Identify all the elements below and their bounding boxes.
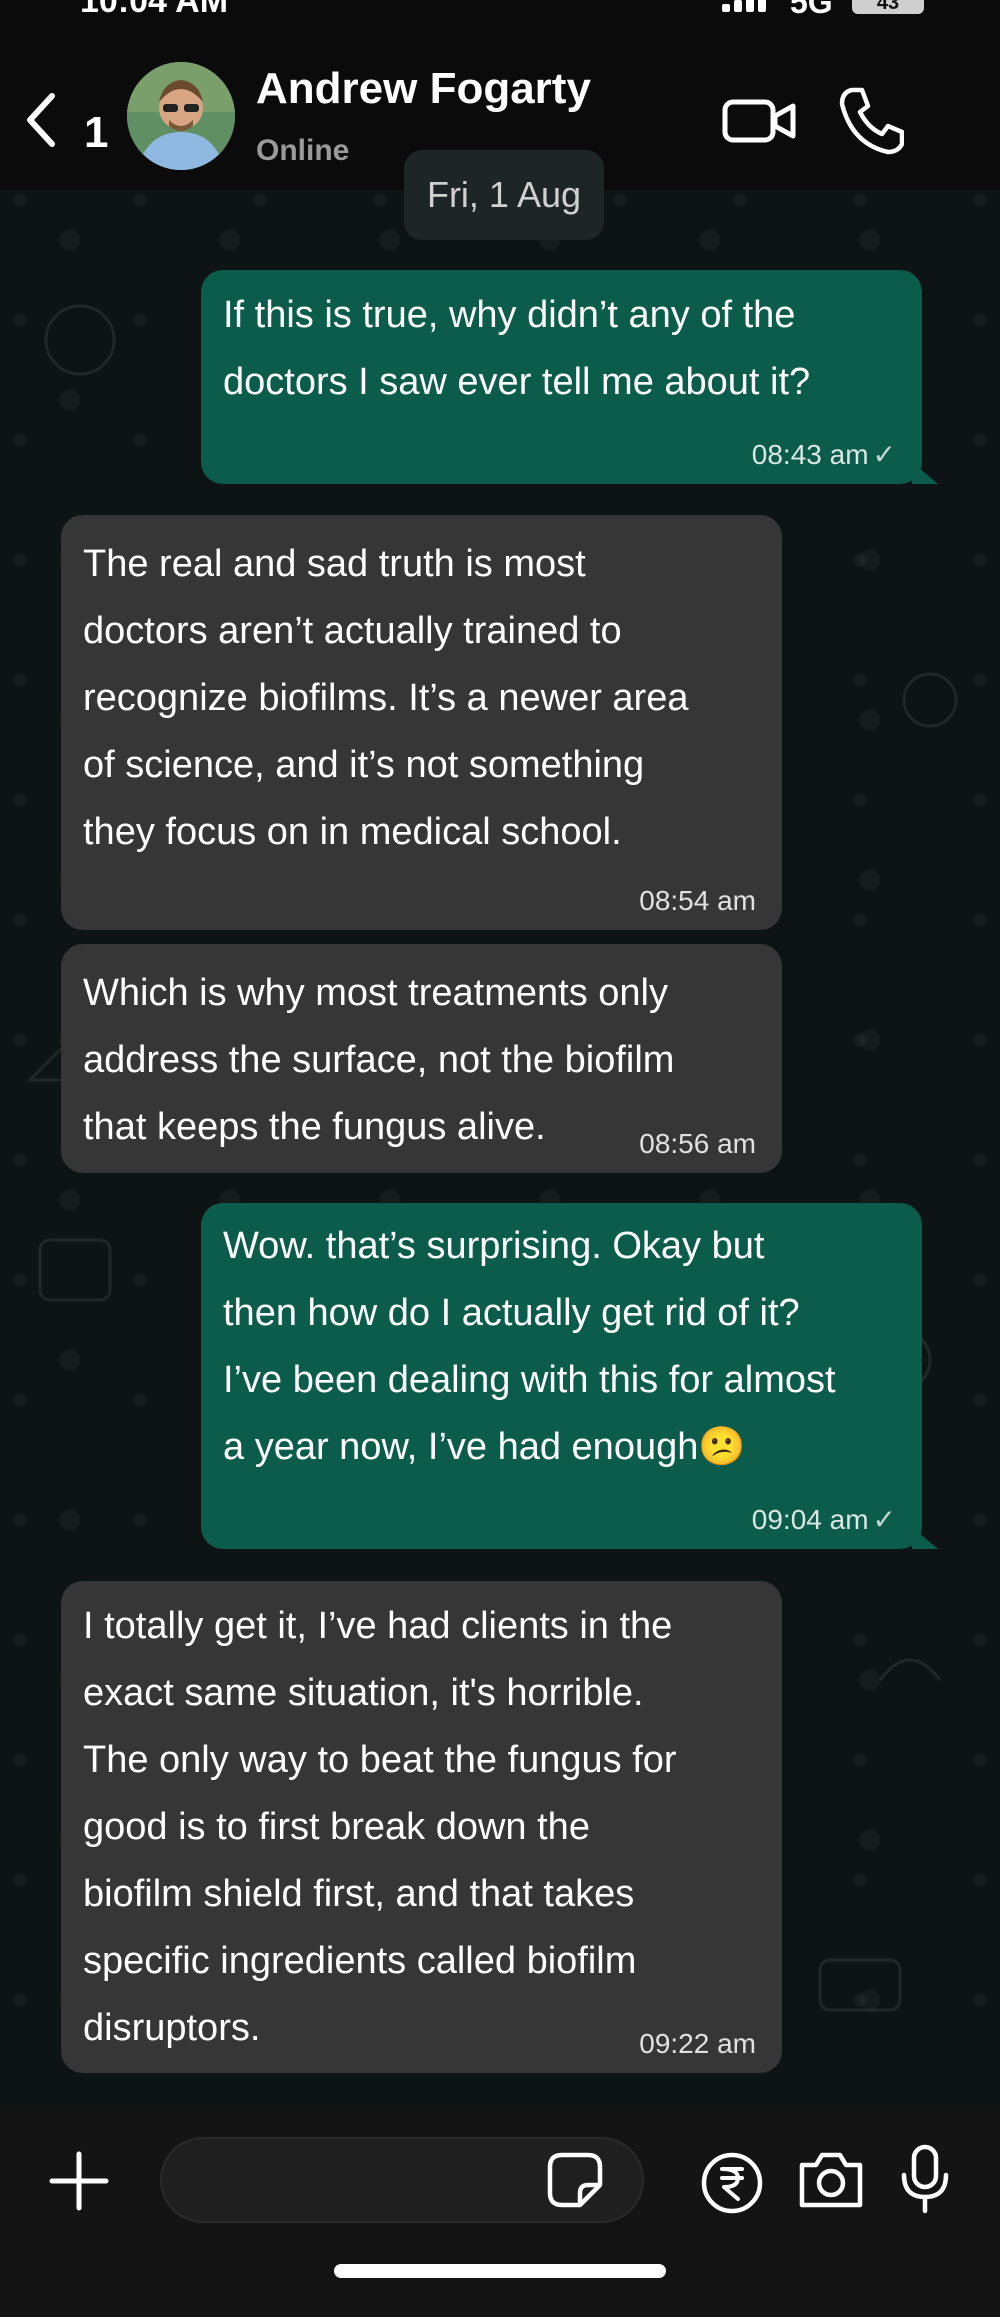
message-time: 09:04 am (751, 1504, 869, 1535)
message-meta: 09:22 am (639, 2027, 756, 2061)
message-time: 09:22 am (639, 2028, 756, 2059)
video-camera-icon[interactable] (722, 94, 796, 148)
message-bubble-incoming[interactable]: I totally get it, I’ve had clients in th… (61, 1581, 782, 2073)
chevron-left-icon[interactable] (22, 90, 62, 150)
status-bar: 10:04 AM 5G 43 (0, 0, 1000, 24)
sticker-icon[interactable] (546, 2151, 604, 2209)
status-time: 10:04 AM (80, 0, 229, 20)
signal-icon (722, 0, 770, 18)
plus-icon[interactable] (48, 2150, 110, 2212)
message-meta: 09:04 am ✓ (752, 1503, 896, 1537)
message-text: If this is true, why didn’t any of the d… (223, 294, 811, 403)
bubble-tail (912, 1527, 938, 1549)
message-meta: 08:43 am ✓ (752, 438, 896, 472)
rupee-icon[interactable] (700, 2151, 764, 2215)
message-bubble-outgoing[interactable]: Wow. that’s surprising. Okay but then ho… (201, 1203, 938, 1549)
message-time: 08:54 am (639, 885, 756, 916)
sent-check-icon: ✓ (872, 1504, 896, 1535)
message-bubble-incoming[interactable]: The real and sad truth is most doctors a… (61, 515, 782, 930)
battery-icon: 43 (852, 0, 924, 14)
phone-icon[interactable] (838, 84, 904, 156)
message-text: I totally get it, I’ve had clients in th… (83, 1605, 677, 2049)
message-text: The real and sad truth is most doctors a… (83, 543, 689, 853)
message-text: Wow. that’s surprising. Okay but then ho… (223, 1225, 836, 1468)
sent-check-icon: ✓ (872, 439, 896, 470)
network-label: 5G (790, 0, 833, 20)
microphone-icon[interactable] (898, 2143, 952, 2215)
bubble-tail (912, 462, 938, 484)
message-bubble-outgoing[interactable]: If this is true, why didn’t any of the d… (201, 270, 938, 484)
home-indicator (334, 2264, 666, 2278)
message-time: 08:56 am (639, 1128, 756, 1159)
message-meta: 08:56 am (639, 1127, 756, 1161)
unread-count[interactable]: 1 (84, 108, 108, 158)
contact-status: Online (256, 134, 350, 167)
camera-icon[interactable] (796, 2147, 866, 2211)
avatar[interactable] (127, 62, 235, 170)
message-composer (0, 2105, 1000, 2317)
message-meta: 08:54 am (639, 884, 756, 918)
date-separator: Fri, 1 Aug (404, 150, 604, 240)
message-time: 08:43 am (751, 439, 869, 470)
contact-name[interactable]: Andrew Fogarty (256, 64, 591, 114)
message-bubble-incoming[interactable]: Which is why most treatments only addres… (61, 944, 782, 1173)
